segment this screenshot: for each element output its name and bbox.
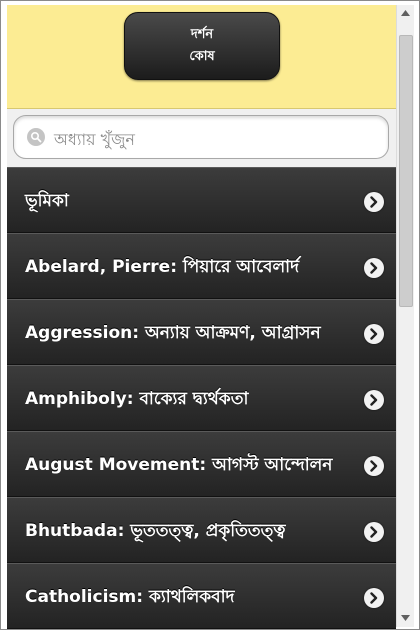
search-input[interactable]: অধ্যায় খুঁজুন — [13, 115, 389, 159]
chevron-right-icon — [364, 588, 384, 608]
list-item[interactable]: ভূমিকা — [7, 167, 396, 233]
list-item[interactable]: Aggression: অন্যায় আক্রমণ, আগ্রাসন — [7, 299, 396, 365]
list-item[interactable]: Abelard, Pierre: পিয়ারে আবেলার্দ — [7, 233, 396, 299]
chevron-right-icon — [364, 258, 384, 278]
search-placeholder: অধ্যায় খুঁজুন — [54, 130, 135, 149]
list-item-label: Catholicism: ক্যাথলিকবাদ — [25, 587, 235, 607]
header-bar: দর্শন কোষ — [7, 5, 396, 109]
list-item[interactable]: Amphiboly: বাক্যের দ্ব্যর্থকতা — [7, 365, 396, 431]
vertical-scrollbar[interactable] — [396, 5, 414, 627]
list-item-label: ভূমিকা — [25, 191, 69, 211]
chevron-right-icon — [364, 390, 384, 410]
chevron-right-icon — [364, 192, 384, 212]
list-item[interactable]: Catholicism: ক্যাথলিকবাদ — [7, 563, 396, 629]
title-line-1: দর্শন — [190, 27, 214, 42]
list-item[interactable]: Bhutbada: ভূততত্ত্ব, প্রকৃতিতত্ত্ব — [7, 497, 396, 563]
scroll-up-arrow-icon[interactable] — [397, 5, 414, 22]
scroll-down-arrow-icon[interactable] — [397, 610, 414, 627]
list-item-label: Amphiboly: বাক্যের দ্ব্যর্থকতা — [25, 389, 249, 409]
search-bar: অধ্যায় খুঁজুন — [7, 109, 396, 167]
scrollbar-thumb[interactable] — [399, 35, 413, 307]
list-item[interactable]: August Movement: আগস্ট আন্দোলন — [7, 431, 396, 497]
chevron-right-icon — [364, 324, 384, 344]
list-item-label: Bhutbada: ভূততত্ত্ব, প্রকৃতিতত্ত্ব — [25, 521, 286, 541]
list-item-label: August Movement: আগস্ট আন্দোলন — [25, 455, 333, 475]
list-item-label: Aggression: অন্যায় আক্রমণ, আগ্রাসন — [25, 323, 321, 343]
app-window: দর্শন কোষ অধ্যায় খুঁজুন ভূমিকা Abelard,… — [0, 0, 420, 630]
list-item-label: Abelard, Pierre: পিয়ারে আবেলার্দ — [25, 257, 300, 277]
chapter-list: ভূমিকা Abelard, Pierre: পিয়ারে আবেলার্দ… — [7, 167, 396, 629]
chevron-right-icon — [364, 522, 384, 542]
search-icon — [27, 128, 45, 146]
chevron-right-icon — [364, 456, 384, 476]
title-line-2: কোষ — [189, 49, 215, 64]
title-button[interactable]: দর্শন কোষ — [124, 12, 280, 80]
